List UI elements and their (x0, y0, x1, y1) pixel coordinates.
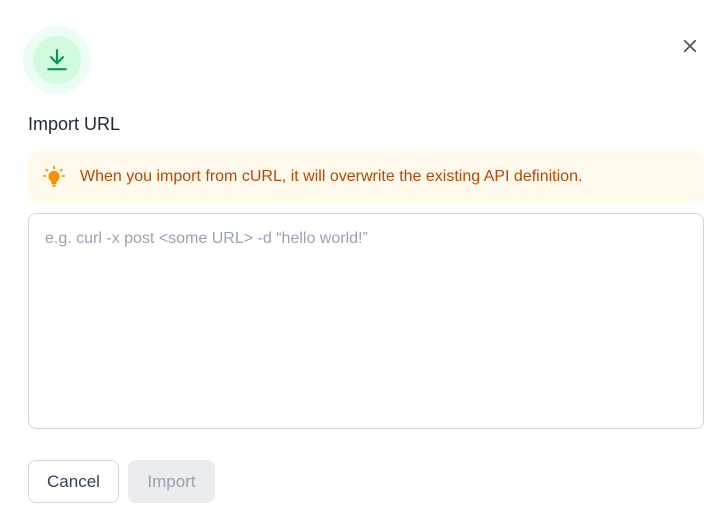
cancel-button[interactable]: Cancel (28, 460, 119, 503)
dialog-title: Import URL (28, 114, 121, 134)
close-button[interactable] (676, 32, 704, 60)
lightbulb-icon (42, 165, 66, 189)
import-button[interactable]: Import (128, 460, 215, 503)
curl-input[interactable] (45, 228, 687, 414)
warning-alert-text: When you import from cURL, it will overw… (80, 168, 583, 185)
download-icon (47, 49, 67, 71)
curl-input-container (28, 213, 704, 429)
warning-alert: When you import from cURL, it will overw… (28, 151, 704, 203)
close-icon (683, 39, 697, 53)
import-url-dialog: Import URL When you import from cURL, it… (0, 0, 726, 526)
header-icon-badge (23, 26, 91, 94)
header-icon-inner (33, 36, 81, 84)
